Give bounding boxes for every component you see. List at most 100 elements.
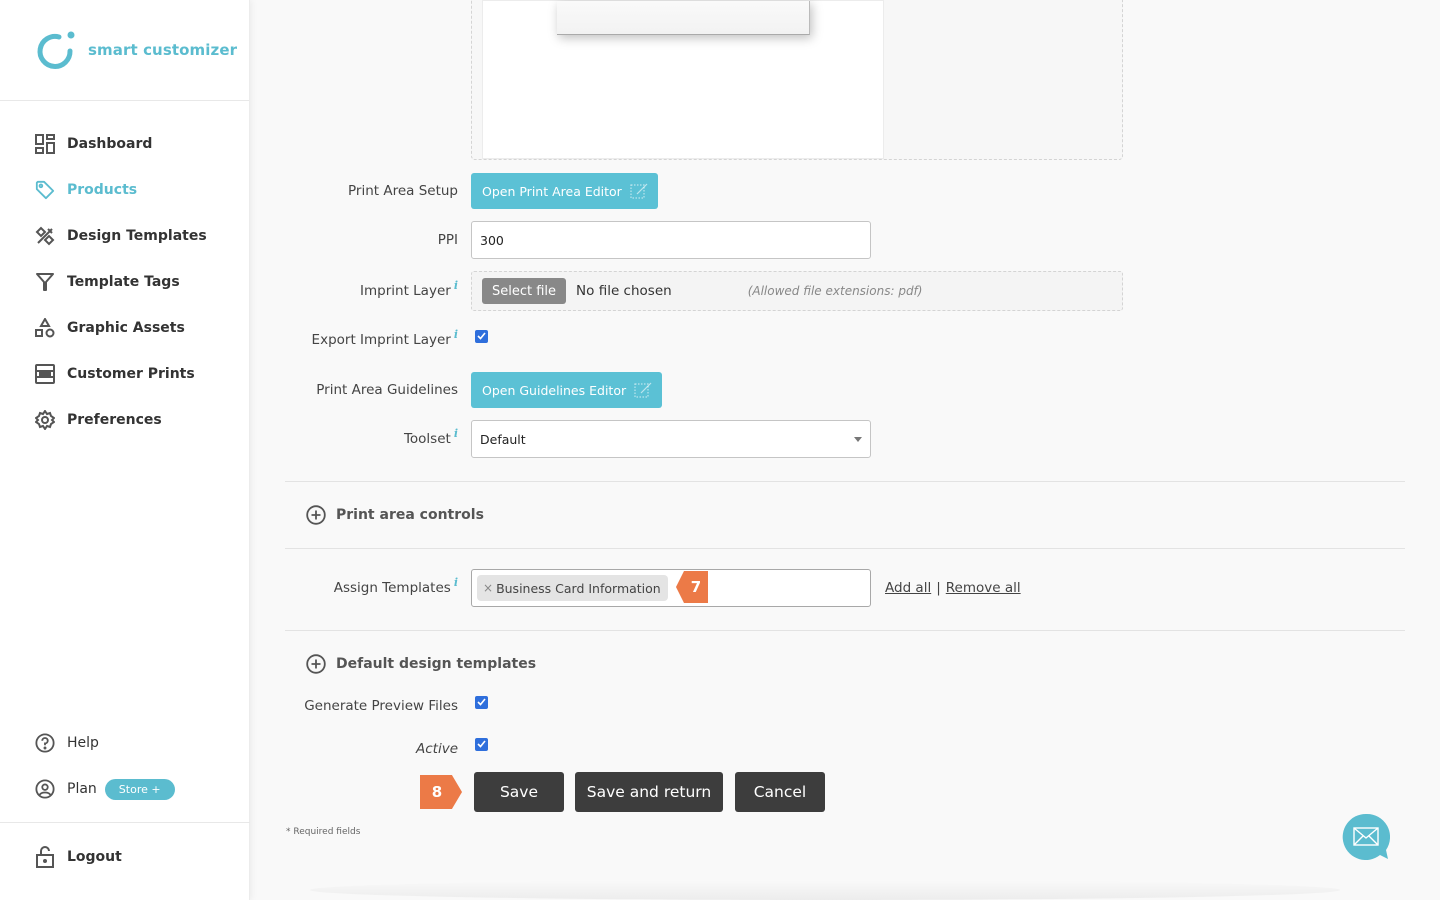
assign-templates-row: Assign Templates i × Business Card Inform… [250,569,1440,607]
product-preview-area [471,0,1123,160]
edit-icon [630,183,648,199]
main-content: Print Area Setup Open Print Area Editor … [250,0,1440,900]
ppi-field: 300 [471,221,871,259]
generate-preview-files-checkbox[interactable] [475,695,488,709]
ppi-label: PPI [250,232,458,248]
print-area-setup-label: Print Area Setup [250,183,458,199]
button-label: Open Guidelines Editor [482,382,627,398]
selected-value: Default [480,431,526,447]
toolset-field: Default [471,420,871,458]
tag-label: Business Card Information [496,580,661,596]
imprint-layer-field: Select file No file chosen (Allowed file… [471,271,1123,311]
label-text: PPI [437,232,458,248]
save-button[interactable]: Save [474,772,564,812]
info-icon[interactable]: i [454,328,458,341]
sidebar-divider [0,822,250,823]
toolset-label: Toolset i [250,427,458,447]
gear-icon [35,410,55,430]
assign-templates-links: Add all | Remove all [885,580,1021,596]
sidebar-item-label: Preferences [67,412,162,428]
check-icon [477,332,486,340]
sidebar-bottom-nav: Help Plan Store + [0,720,250,812]
sidebar-item-products[interactable]: Products [0,167,249,213]
ppi-input[interactable]: 300 [471,221,871,259]
prints-icon [35,364,55,384]
template-tag: × Business Card Information [477,575,668,601]
logo[interactable]: smart customizer [0,0,249,101]
label-text: Print Area Guidelines [316,382,458,398]
sidebar-item-template-tags[interactable]: Template Tags [0,259,249,305]
print-area-controls-toggle[interactable]: Print area controls [306,505,484,525]
assign-templates-field: × Business Card Information Add all | Remo… [471,569,1021,607]
remove-all-link[interactable]: Remove all [946,580,1021,596]
cancel-button[interactable]: Cancel [735,772,825,812]
label-text: Assign Templates [333,580,451,596]
section-title: Print area controls [336,507,484,523]
sidebar-item-label: Logout [67,849,122,865]
section-divider [285,481,1405,482]
save-and-return-button[interactable]: Save and return [575,772,723,812]
toolset-row: Toolset i Default [250,420,1440,458]
product-preview-image [557,1,810,35]
main-nav: Dashboard Products Design Templates Temp… [0,101,249,443]
sidebar-item-design-templates[interactable]: Design Templates [0,213,249,259]
sidebar-item-plan[interactable]: Plan Store + [0,766,250,812]
label-text: Export Imprint Layer [311,332,451,348]
plan-badge[interactable]: Store + [104,778,175,800]
active-row: Active [250,737,1440,757]
export-imprint-layer-field [475,329,488,343]
generate-preview-files-label: Generate Preview Files [250,698,458,714]
sidebar-item-label: Plan [67,781,97,797]
info-icon[interactable]: i [454,279,458,292]
active-checkbox[interactable] [475,737,488,751]
sidebar-item-label: Design Templates [67,228,207,244]
default-design-templates-toggle[interactable]: Default design templates [306,654,536,674]
active-field [475,737,488,751]
export-imprint-layer-checkbox[interactable] [475,329,488,343]
chat-button[interactable] [1342,813,1391,861]
sidebar-item-preferences[interactable]: Preferences [0,397,249,443]
footer-shadow [310,880,1340,900]
info-icon[interactable]: i [454,427,458,440]
tag-icon [35,180,55,200]
label-text: Print Area Setup [348,183,458,199]
sidebar-item-label: Customer Prints [67,366,195,382]
select-file-button[interactable]: Select file [482,278,567,304]
open-guidelines-editor-button[interactable]: Open Guidelines Editor [471,372,663,408]
sidebar-item-graphic-assets[interactable]: Graphic Assets [0,305,249,351]
sidebar-item-dashboard[interactable]: Dashboard [0,121,249,167]
imprint-layer-row: Imprint Layer i Select file No file chose… [250,271,1440,311]
label-text: Active [416,741,458,757]
toolset-select[interactable]: Default [471,420,871,458]
section-divider [285,548,1405,549]
design-tools-icon [35,226,55,246]
sidebar-item-logout[interactable]: Logout [0,834,250,880]
label-text: Generate Preview Files [304,698,458,714]
file-status: No file chosen [576,283,672,299]
imprint-layer-label: Imprint Layer i [250,279,458,299]
assign-templates-input[interactable]: × Business Card Information [471,569,871,607]
sidebar-item-label: Dashboard [67,136,153,152]
allowed-extensions-note: (Allowed file extensions: pdf) [747,284,923,298]
step-8-badge: 8 [420,775,462,809]
unlock-icon [35,846,55,868]
print-area-setup-row: Print Area Setup Open Print Area Editor [250,173,1440,209]
generate-preview-files-field [475,695,488,709]
add-all-link[interactable]: Add all [885,580,931,596]
logout-wrapper: Logout [0,834,250,880]
section-title: Default design templates [336,656,537,672]
print-area-guidelines-field: Open Guidelines Editor [471,372,663,408]
logo-icon [37,31,75,69]
ppi-row: PPI 300 [250,221,1440,259]
assign-templates-label: Assign Templates i [250,576,458,596]
user-circle-icon [35,779,55,799]
sidebar-item-help[interactable]: Help [0,720,250,766]
label-text: Toolset [403,431,451,447]
sidebar-item-customer-prints[interactable]: Customer Prints [0,351,249,397]
info-icon[interactable]: i [454,576,458,589]
required-fields-note: * Required fields [286,827,361,837]
export-imprint-layer-row: Export Imprint Layer i [250,328,1440,348]
product-preview-canvas [482,0,884,159]
remove-tag-icon[interactable]: × [483,581,493,595]
open-print-area-editor-button[interactable]: Open Print Area Editor [471,173,658,209]
